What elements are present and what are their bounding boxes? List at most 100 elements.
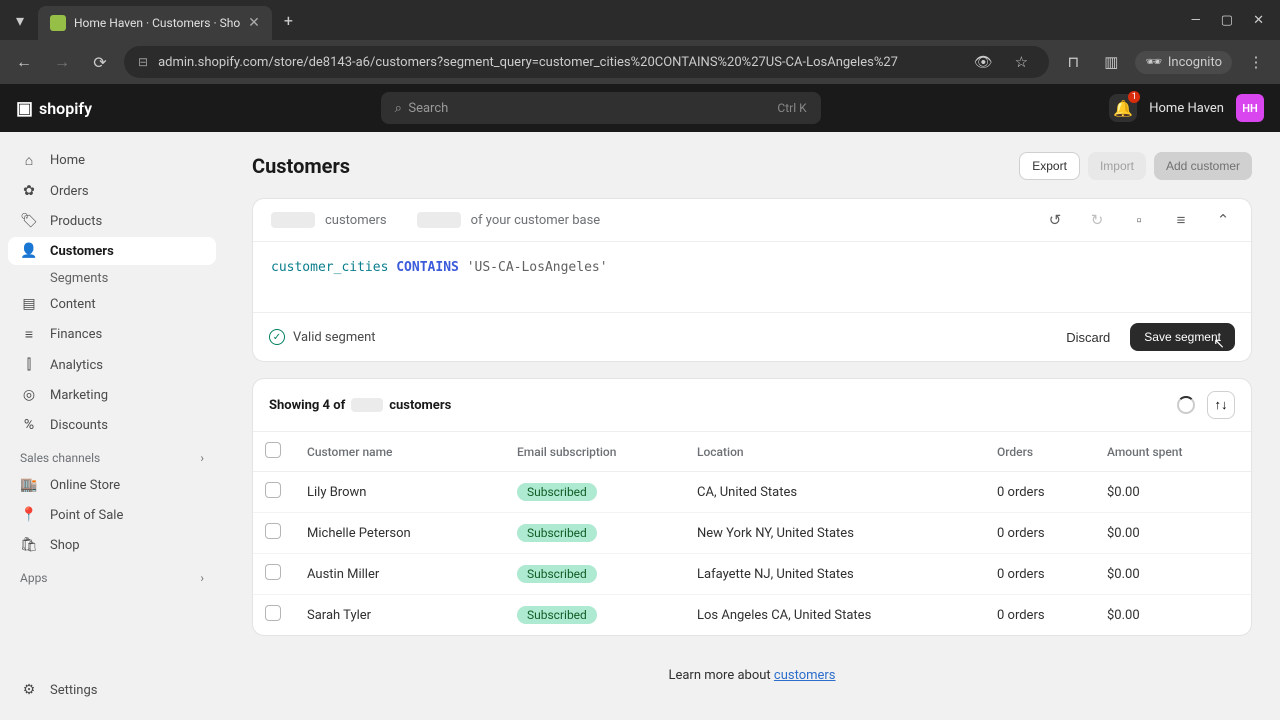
sidebar-section-apps[interactable]: Apps›: [8, 561, 216, 591]
minimize-button[interactable]: —: [1191, 13, 1201, 28]
store-avatar[interactable]: HH: [1236, 94, 1264, 122]
browser-menu-icon[interactable]: ⋮: [1242, 48, 1270, 76]
export-button[interactable]: Export: [1019, 152, 1080, 180]
discard-button[interactable]: Discard: [1056, 324, 1120, 351]
sidebar-sub-segments[interactable]: Segments: [8, 267, 216, 290]
products-icon: 🏷: [20, 213, 38, 229]
row-checkbox[interactable]: [265, 564, 281, 580]
sidebar-item-label: Customers: [50, 244, 114, 259]
save-segment-label: Save segment: [1144, 330, 1221, 344]
orders-cell: 0 orders: [985, 513, 1095, 554]
new-tab-button[interactable]: +: [284, 11, 293, 30]
customer-name-cell: Lily Brown: [295, 472, 505, 513]
col-name-header[interactable]: Customer name: [295, 432, 505, 472]
save-segment-button[interactable]: Save segment ↖: [1130, 323, 1235, 351]
orders-cell: 0 orders: [985, 554, 1095, 595]
sidebar-item-label: Point of Sale: [50, 508, 123, 523]
sidebar-item-online-store[interactable]: 🏬Online Store: [8, 471, 216, 499]
maximize-button[interactable]: ▢: [1221, 13, 1233, 28]
eye-off-icon[interactable]: 👁: [969, 48, 997, 76]
shopify-logo[interactable]: ▣ shopify: [16, 98, 92, 119]
back-button[interactable]: ←: [10, 48, 38, 76]
reload-button[interactable]: ⟳: [86, 48, 114, 76]
sidebar-item-home[interactable]: ⌂Home: [8, 146, 216, 175]
tab-list-dropdown[interactable]: ▾: [8, 8, 32, 32]
content-icon: ▤: [20, 296, 38, 312]
chevron-right-icon: ›: [200, 451, 204, 465]
search-icon: ⌕: [395, 101, 402, 116]
address-bar[interactable]: ⊟ admin.shopify.com/store/de8143-a6/cust…: [124, 46, 1049, 78]
row-checkbox[interactable]: [265, 605, 281, 621]
sidebar-item-finances[interactable]: ≡Finances: [8, 320, 216, 349]
notifications-button[interactable]: 🔔 1: [1109, 94, 1137, 122]
collapse-icon[interactable]: ⌃: [1213, 211, 1233, 229]
section-label: Apps: [20, 571, 48, 585]
sidebar-item-customers[interactable]: 👤Customers: [8, 237, 216, 265]
side-panel-icon[interactable]: ▥: [1097, 48, 1125, 76]
sidebar-item-shop[interactable]: 🛍 Shop: [8, 531, 216, 559]
sidebar-item-label: Content: [50, 297, 96, 312]
sidebar-item-analytics[interactable]: ⫿Analytics: [8, 351, 216, 379]
forward-button[interactable]: →: [48, 48, 76, 76]
sidebar-section-sales[interactable]: Sales channels›: [8, 441, 216, 471]
table-row[interactable]: Lily BrownSubscribedCA, United States0 o…: [253, 472, 1251, 513]
browser-tab-bar: ▾ Home Haven · Customers · Sho ✕ + — ▢ ✕: [0, 0, 1280, 40]
undo-icon[interactable]: ↺: [1045, 211, 1065, 229]
subscription-badge: Subscribed: [517, 606, 597, 624]
redo-icon[interactable]: ↻: [1087, 211, 1107, 229]
valid-segment-status: ✓ Valid segment: [269, 329, 376, 345]
select-all-checkbox[interactable]: [265, 442, 281, 458]
sidebar-item-label: Orders: [50, 184, 89, 199]
sort-button[interactable]: ↑↓: [1207, 391, 1235, 419]
col-orders-header[interactable]: Orders: [985, 432, 1095, 472]
location-cell: Lafayette NJ, United States: [685, 554, 985, 595]
learn-more-text: Learn more about: [668, 668, 773, 683]
sidebar-item-orders[interactable]: ✿Orders: [8, 177, 216, 205]
close-window-button[interactable]: ✕: [1253, 13, 1264, 28]
sidebar-item-settings[interactable]: ⚙Settings: [8, 676, 216, 704]
sidebar-item-products[interactable]: 🏷Products: [8, 207, 216, 235]
pos-icon: 📍: [20, 507, 38, 523]
close-tab-icon[interactable]: ✕: [248, 15, 260, 31]
customer-name-cell: Michelle Peterson: [295, 513, 505, 554]
extensions-icon[interactable]: ⊓: [1059, 48, 1087, 76]
query-operator-token: CONTAINS: [396, 260, 459, 275]
spent-cell: $0.00: [1095, 554, 1251, 595]
sidebar-item-discounts[interactable]: %Discounts: [8, 411, 216, 439]
sidebar-item-label: Shop: [50, 538, 80, 553]
table-row[interactable]: Austin MillerSubscribedLafayette NJ, Uni…: [253, 554, 1251, 595]
discounts-icon: %: [20, 417, 38, 433]
sidebar-item-content[interactable]: ▤ Content: [8, 290, 216, 318]
col-location-header[interactable]: Location: [685, 432, 985, 472]
spent-cell: $0.00: [1095, 513, 1251, 554]
browser-toolbar: ← → ⟳ ⊟ admin.shopify.com/store/de8143-a…: [0, 40, 1280, 84]
shop-icon: 🛍: [20, 537, 38, 553]
subscription-badge: Subscribed: [517, 565, 597, 583]
col-spent-header[interactable]: Amount spent: [1095, 432, 1251, 472]
template-icon[interactable]: ▫: [1129, 211, 1149, 229]
finances-icon: ≡: [20, 326, 38, 343]
col-subscription-header[interactable]: Email subscription: [505, 432, 685, 472]
home-icon: ⌂: [20, 152, 38, 169]
table-row[interactable]: Sarah TylerSubscribedLos Angeles CA, Uni…: [253, 595, 1251, 636]
learn-more-footer: Learn more about customers: [252, 652, 1252, 699]
row-checkbox[interactable]: [265, 482, 281, 498]
table-row[interactable]: Michelle PetersonSubscribedNew York NY, …: [253, 513, 1251, 554]
bookmark-icon[interactable]: ☆: [1007, 48, 1035, 76]
row-checkbox[interactable]: [265, 523, 281, 539]
segment-editor-card: customers of your customer base ↺ ↻ ▫ ≡ …: [252, 198, 1252, 362]
sidebar-item-marketing[interactable]: ◎Marketing: [8, 381, 216, 409]
customers-label: customers: [325, 213, 387, 228]
spent-cell: $0.00: [1095, 595, 1251, 636]
site-info-icon[interactable]: ⊟: [138, 55, 148, 69]
sidebar-item-label: Settings: [50, 683, 97, 698]
incognito-badge[interactable]: 🕶 Incognito: [1135, 51, 1232, 74]
learn-more-link[interactable]: customers: [774, 668, 836, 683]
query-value-token: 'US-CA-LosAngeles': [467, 260, 608, 275]
search-input[interactable]: ⌕ Search Ctrl K: [381, 92, 821, 124]
filter-icon[interactable]: ≡: [1171, 211, 1191, 229]
browser-tab[interactable]: Home Haven · Customers · Sho ✕: [38, 6, 272, 40]
segment-query-input[interactable]: customer_cities CONTAINS 'US-CA-LosAngel…: [253, 242, 1251, 312]
import-button: Import: [1088, 152, 1146, 180]
sidebar-item-pos[interactable]: 📍 Point of Sale: [8, 501, 216, 529]
